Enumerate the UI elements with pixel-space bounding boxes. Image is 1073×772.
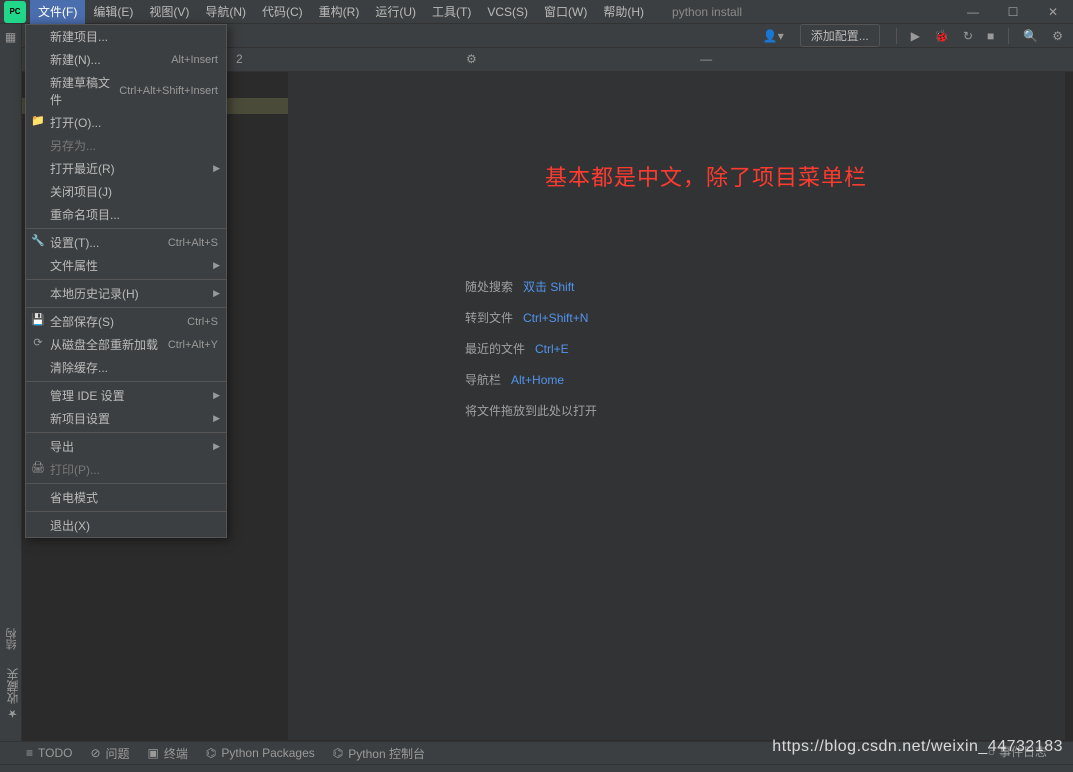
menu-code[interactable]: 代码(C) <box>254 0 311 24</box>
welcome-row: 导航栏Alt+Home <box>465 371 597 388</box>
menu-refactor[interactable]: 重构(R) <box>311 0 368 24</box>
separator <box>1008 28 1009 44</box>
watermark-text: https://blog.csdn.net/weixin_44732183 <box>772 738 1063 756</box>
menu-tools[interactable]: 工具(T) <box>424 0 479 24</box>
chevron-right-icon: ▶ <box>213 413 220 424</box>
python-icon: ⌬ <box>206 746 216 760</box>
search-icon[interactable]: 🔍 <box>1019 27 1042 45</box>
run-icon[interactable]: ▶ <box>907 27 924 45</box>
menu-close-project[interactable]: 关闭项目(J) <box>26 180 226 203</box>
structure-tool-tab[interactable]: 结构 <box>4 628 20 650</box>
stop-icon[interactable]: ■ <box>983 27 998 45</box>
menu-exit[interactable]: 退出(X) <box>26 514 226 537</box>
separator <box>896 28 897 44</box>
welcome-row: 转到文件Ctrl+Shift+N <box>465 309 597 326</box>
menu-power-save[interactable]: 省电模式 <box>26 486 226 509</box>
recent-files-link[interactable]: Ctrl+E <box>535 342 569 356</box>
tab-gear-icon[interactable]: ⚙ <box>460 48 483 70</box>
menu-manage-ide[interactable]: 管理 IDE 设置▶ <box>26 384 226 407</box>
status-bar <box>0 764 1073 772</box>
maximize-icon[interactable]: ☐ <box>993 0 1033 24</box>
close-icon[interactable]: ✕ <box>1033 0 1073 24</box>
menu-new-project-settings[interactable]: 新项目设置▶ <box>26 407 226 430</box>
menu-run[interactable]: 运行(U) <box>367 0 424 24</box>
tab-minimize-icon[interactable]: — <box>694 48 718 70</box>
menu-new[interactable]: 新建(N)...Alt+Insert <box>26 48 226 71</box>
list-icon: ≡ <box>26 746 33 760</box>
wrench-icon: 🔧 <box>31 234 45 247</box>
menu-separator <box>26 432 226 433</box>
menu-invalidate-caches[interactable]: 清除缓存... <box>26 356 226 379</box>
debug-icon[interactable]: 🐞 <box>930 27 953 45</box>
welcome-row: 随处搜索双击 Shift <box>465 278 597 295</box>
search-everywhere-link[interactable]: 双击 Shift <box>523 280 574 294</box>
save-icon: 💾 <box>31 313 45 326</box>
chevron-right-icon: ▶ <box>213 288 220 299</box>
print-icon: 🖨 <box>31 461 45 474</box>
menu-save-as: 另存为... <box>26 134 226 157</box>
favorites-tool-tab[interactable]: ★ 收藏夹 <box>4 668 21 720</box>
terminal-icon: ▣ <box>148 746 159 760</box>
menu-file[interactable]: 文件(F) <box>30 0 85 24</box>
goto-file-link[interactable]: Ctrl+Shift+N <box>523 311 588 325</box>
menu-separator <box>26 279 226 280</box>
window-title: python install <box>672 5 742 19</box>
python-console-tool[interactable]: ⌬Python 控制台 <box>333 745 425 762</box>
annotation-text: 基本都是中文，除了项目菜单栏 <box>545 160 867 192</box>
menu-navigate[interactable]: 导航(N) <box>197 0 254 24</box>
warning-icon: ⊘ <box>90 746 100 760</box>
menu-edit[interactable]: 编辑(E) <box>85 0 141 24</box>
chevron-right-icon: ▶ <box>213 390 220 401</box>
avatar-icon[interactable]: 👤▾ <box>759 27 788 45</box>
menu-separator <box>26 381 226 382</box>
project-tool-icon[interactable]: ▦ <box>5 30 16 44</box>
menu-export[interactable]: 导出▶ <box>26 435 226 458</box>
menu-file-properties[interactable]: 文件属性▶ <box>26 254 226 277</box>
menu-new-scratch[interactable]: 新建草稿文件Ctrl+Alt+Shift+Insert <box>26 71 226 111</box>
python-packages-tool[interactable]: ⌬Python Packages <box>206 746 315 760</box>
minimize-icon[interactable]: ― <box>953 0 993 24</box>
menu-view[interactable]: 视图(V) <box>141 0 197 24</box>
coverage-icon[interactable]: ↻ <box>959 27 977 45</box>
navbar-link[interactable]: Alt+Home <box>511 373 564 387</box>
menu-vcs[interactable]: VCS(S) <box>479 1 536 23</box>
welcome-row: 最近的文件Ctrl+E <box>465 340 597 357</box>
window-controls: ― ☐ ✕ <box>953 0 1073 24</box>
menu-open[interactable]: 📁打开(O)... <box>26 111 226 134</box>
menu-rename-project[interactable]: 重命名项目... <box>26 203 226 226</box>
menu-separator <box>26 228 226 229</box>
welcome-drop-hint: 将文件拖放到此处以打开 <box>465 402 597 419</box>
menu-window[interactable]: 窗口(W) <box>536 0 595 24</box>
add-configuration-button[interactable]: 添加配置... <box>800 24 880 47</box>
chevron-right-icon: ▶ <box>213 260 220 271</box>
menu-separator <box>26 483 226 484</box>
todo-tool[interactable]: ≡TODO <box>26 746 72 760</box>
editor-canvas[interactable] <box>288 56 1065 740</box>
menu-settings[interactable]: 🔧设置(T)...Ctrl+Alt+S <box>26 231 226 254</box>
sidebar-text-fragment: 2 <box>230 48 249 70</box>
gear-icon[interactable]: ⚙ <box>1048 27 1067 45</box>
menu-help[interactable]: 帮助(H) <box>595 0 652 24</box>
welcome-panel: 随处搜索双击 Shift 转到文件Ctrl+Shift+N 最近的文件Ctrl+… <box>465 278 597 433</box>
menu-save-all[interactable]: 💾全部保存(S)Ctrl+S <box>26 310 226 333</box>
menu-new-project[interactable]: 新建项目... <box>26 25 226 48</box>
problems-tool[interactable]: ⊘问题 <box>90 745 129 762</box>
file-menu-dropdown: 新建项目... 新建(N)...Alt+Insert 新建草稿文件Ctrl+Al… <box>25 24 227 538</box>
menu-separator <box>26 511 226 512</box>
menu-separator <box>26 307 226 308</box>
reload-icon: ⟳ <box>31 336 45 349</box>
menubar: PC 文件(F) 编辑(E) 视图(V) 导航(N) 代码(C) 重构(R) 运… <box>0 0 1073 24</box>
chevron-right-icon: ▶ <box>213 441 220 452</box>
terminal-tool[interactable]: ▣终端 <box>148 745 188 762</box>
menu-open-recent[interactable]: 打开最近(R)▶ <box>26 157 226 180</box>
app-icon: PC <box>4 1 26 23</box>
menu-print: 🖨打印(P)... <box>26 458 226 481</box>
python-icon: ⌬ <box>333 746 343 760</box>
menu-reload-from-disk[interactable]: ⟳从磁盘全部重新加载Ctrl+Alt+Y <box>26 333 226 356</box>
chevron-right-icon: ▶ <box>213 163 220 174</box>
folder-icon: 📁 <box>31 114 45 127</box>
menu-local-history[interactable]: 本地历史记录(H)▶ <box>26 282 226 305</box>
